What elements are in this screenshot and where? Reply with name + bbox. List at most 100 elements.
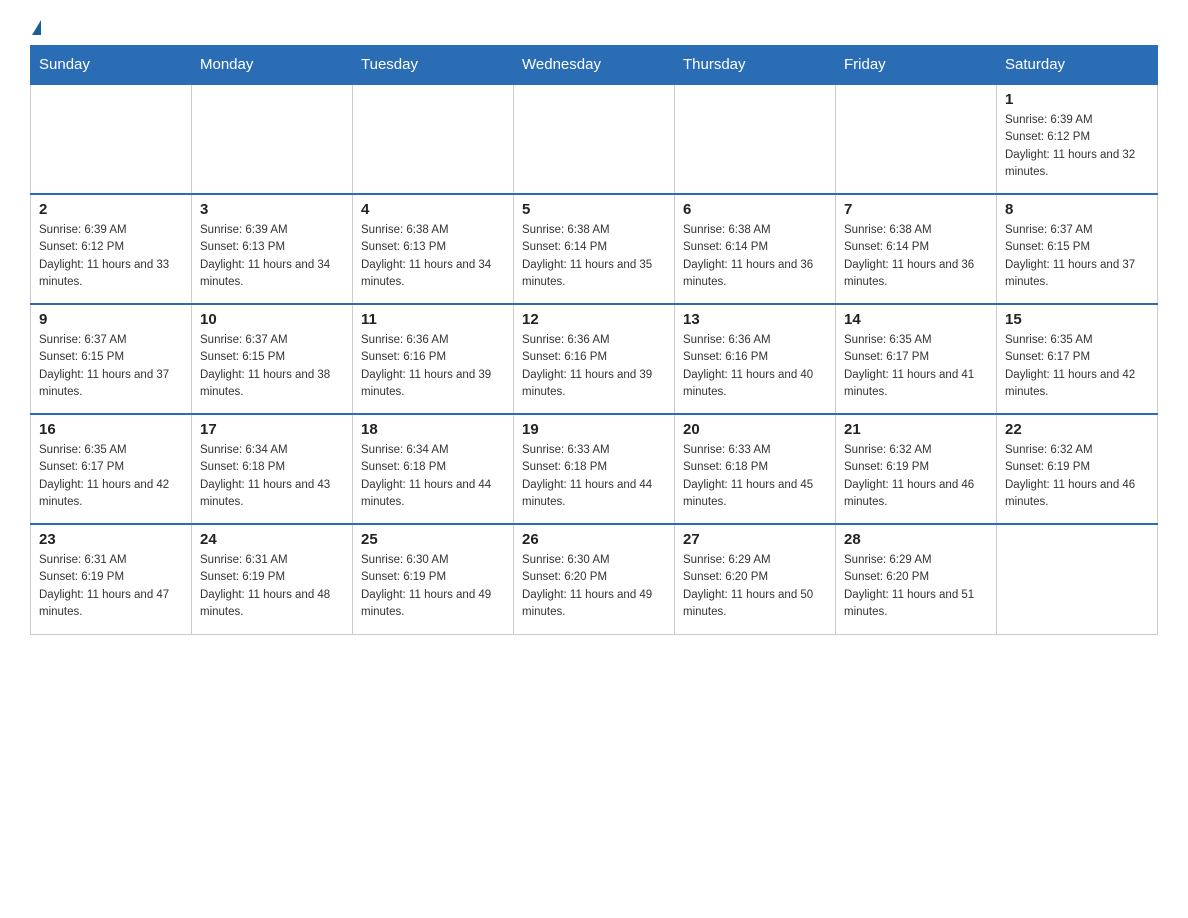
day-info: Sunrise: 6:36 AMSunset: 6:16 PMDaylight:… (361, 332, 505, 401)
calendar-cell: 24Sunrise: 6:31 AMSunset: 6:19 PMDayligh… (192, 524, 353, 634)
calendar-cell (31, 84, 192, 194)
day-info: Sunrise: 6:37 AMSunset: 6:15 PMDaylight:… (39, 332, 183, 401)
logo (30, 20, 41, 35)
calendar-cell: 2 Sunrise: 6:39 AMSunset: 6:12 PMDaylight… (31, 194, 192, 304)
day-number: 4 (361, 201, 505, 218)
day-number: 8 (1005, 201, 1149, 218)
header-friday: Friday (836, 46, 997, 85)
day-info: Sunrise: 6:35 AMSunset: 6:17 PMDaylight:… (844, 332, 988, 401)
day-number: 6 (683, 201, 827, 218)
day-number: 18 (361, 421, 505, 438)
day-info: Sunrise: 6:39 AMSunset: 6:12 PMDaylight:… (39, 222, 183, 291)
calendar-cell: 8 Sunrise: 6:37 AMSunset: 6:15 PMDaylight… (997, 194, 1158, 304)
calendar-cell: 13 Sunrise: 6:36 AMSunset: 6:16 PMDayligh… (675, 304, 836, 414)
day-info: Sunrise: 6:29 AMSunset: 6:20 PMDaylight:… (683, 552, 827, 621)
calendar-cell: 19 Sunrise: 6:33 AMSunset: 6:18 PMDayligh… (514, 414, 675, 524)
calendar-cell: 12 Sunrise: 6:36 AMSunset: 6:16 PMDayligh… (514, 304, 675, 414)
day-number: 23 (39, 531, 183, 548)
day-info: Sunrise: 6:34 AMSunset: 6:18 PMDaylight:… (361, 442, 505, 511)
day-info: Sunrise: 6:33 AMSunset: 6:18 PMDaylight:… (683, 442, 827, 511)
day-info: Sunrise: 6:30 AMSunset: 6:20 PMDaylight:… (522, 552, 666, 621)
day-number: 11 (361, 311, 505, 328)
day-number: 13 (683, 311, 827, 328)
calendar-cell: 7 Sunrise: 6:38 AMSunset: 6:14 PMDaylight… (836, 194, 997, 304)
calendar-cell: 16 Sunrise: 6:35 AMSunset: 6:17 PMDayligh… (31, 414, 192, 524)
header-wednesday: Wednesday (514, 46, 675, 85)
calendar-week-row: 23 Sunrise: 6:31 AMSunset: 6:19 PMDayligh… (31, 524, 1158, 634)
day-number: 16 (39, 421, 183, 438)
calendar-cell (353, 84, 514, 194)
calendar-cell: 14 Sunrise: 6:35 AMSunset: 6:17 PMDayligh… (836, 304, 997, 414)
calendar-cell: 23 Sunrise: 6:31 AMSunset: 6:19 PMDayligh… (31, 524, 192, 634)
calendar-cell: 9 Sunrise: 6:37 AMSunset: 6:15 PMDaylight… (31, 304, 192, 414)
header-monday: Monday (192, 46, 353, 85)
day-info: Sunrise: 6:36 AMSunset: 6:16 PMDaylight:… (683, 332, 827, 401)
calendar-cell (675, 84, 836, 194)
day-number: 17 (200, 421, 344, 438)
day-info: Sunrise: 6:36 AMSunset: 6:16 PMDaylight:… (522, 332, 666, 401)
calendar-cell: 25 Sunrise: 6:30 AMSunset: 6:19 PMDayligh… (353, 524, 514, 634)
day-number: 1 (1005, 91, 1149, 108)
calendar-cell: 11 Sunrise: 6:36 AMSunset: 6:16 PMDayligh… (353, 304, 514, 414)
calendar-week-row: 1 Sunrise: 6:39 AMSunset: 6:12 PMDaylight… (31, 84, 1158, 194)
day-number: 14 (844, 311, 988, 328)
calendar-table: Sunday Monday Tuesday Wednesday Thursday… (30, 45, 1158, 635)
calendar-cell: 5 Sunrise: 6:38 AMSunset: 6:14 PMDaylight… (514, 194, 675, 304)
calendar-cell: 26 Sunrise: 6:30 AMSunset: 6:20 PMDayligh… (514, 524, 675, 634)
day-info: Sunrise: 6:33 AMSunset: 6:18 PMDaylight:… (522, 442, 666, 511)
day-info: Sunrise: 6:32 AMSunset: 6:19 PMDaylight:… (1005, 442, 1149, 511)
calendar-cell (997, 524, 1158, 634)
day-info: Sunrise: 6:38 AMSunset: 6:14 PMDaylight:… (522, 222, 666, 291)
day-info: Sunrise: 6:39 AMSunset: 6:12 PMDaylight:… (1005, 112, 1149, 181)
calendar-cell: 17Sunrise: 6:34 AMSunset: 6:18 PMDayligh… (192, 414, 353, 524)
calendar-cell: 1 Sunrise: 6:39 AMSunset: 6:12 PMDaylight… (997, 84, 1158, 194)
calendar-week-row: 9 Sunrise: 6:37 AMSunset: 6:15 PMDaylight… (31, 304, 1158, 414)
day-number: 19 (522, 421, 666, 438)
calendar-cell: 15Sunrise: 6:35 AMSunset: 6:17 PMDayligh… (997, 304, 1158, 414)
day-number: 26 (522, 531, 666, 548)
day-info: Sunrise: 6:38 AMSunset: 6:13 PMDaylight:… (361, 222, 505, 291)
calendar-cell: 6 Sunrise: 6:38 AMSunset: 6:14 PMDaylight… (675, 194, 836, 304)
day-number: 28 (844, 531, 988, 548)
header-saturday: Saturday (997, 46, 1158, 85)
day-number: 25 (361, 531, 505, 548)
day-info: Sunrise: 6:35 AMSunset: 6:17 PMDaylight:… (1005, 332, 1149, 401)
day-info: Sunrise: 6:30 AMSunset: 6:19 PMDaylight:… (361, 552, 505, 621)
day-number: 10 (200, 311, 344, 328)
day-info: Sunrise: 6:29 AMSunset: 6:20 PMDaylight:… (844, 552, 988, 621)
day-number: 2 (39, 201, 183, 218)
day-number: 20 (683, 421, 827, 438)
calendar-week-row: 2 Sunrise: 6:39 AMSunset: 6:12 PMDaylight… (31, 194, 1158, 304)
day-number: 22 (1005, 421, 1149, 438)
header-tuesday: Tuesday (353, 46, 514, 85)
page-header (30, 20, 1158, 35)
day-number: 7 (844, 201, 988, 218)
calendar-cell: 20 Sunrise: 6:33 AMSunset: 6:18 PMDayligh… (675, 414, 836, 524)
calendar-cell: 10 Sunrise: 6:37 AMSunset: 6:15 PMDayligh… (192, 304, 353, 414)
day-number: 9 (39, 311, 183, 328)
day-number: 21 (844, 421, 988, 438)
header-sunday: Sunday (31, 46, 192, 85)
day-number: 12 (522, 311, 666, 328)
calendar-header-row: Sunday Monday Tuesday Wednesday Thursday… (31, 46, 1158, 85)
header-thursday: Thursday (675, 46, 836, 85)
calendar-cell: 4 Sunrise: 6:38 AMSunset: 6:13 PMDaylight… (353, 194, 514, 304)
calendar-cell (192, 84, 353, 194)
day-info: Sunrise: 6:38 AMSunset: 6:14 PMDaylight:… (844, 222, 988, 291)
day-number: 24 (200, 531, 344, 548)
calendar-week-row: 16 Sunrise: 6:35 AMSunset: 6:17 PMDayligh… (31, 414, 1158, 524)
calendar-cell: 28 Sunrise: 6:29 AMSunset: 6:20 PMDayligh… (836, 524, 997, 634)
day-info: Sunrise: 6:37 AMSunset: 6:15 PMDaylight:… (1005, 222, 1149, 291)
calendar-cell (514, 84, 675, 194)
day-info: Sunrise: 6:37 AMSunset: 6:15 PMDaylight:… (200, 332, 344, 401)
calendar-cell: 22 Sunrise: 6:32 AMSunset: 6:19 PMDayligh… (997, 414, 1158, 524)
logo-triangle-icon (32, 20, 41, 35)
day-info: Sunrise: 6:35 AMSunset: 6:17 PMDaylight:… (39, 442, 183, 511)
calendar-cell: 3Sunrise: 6:39 AMSunset: 6:13 PMDaylight… (192, 194, 353, 304)
day-number: 5 (522, 201, 666, 218)
day-info: Sunrise: 6:38 AMSunset: 6:14 PMDaylight:… (683, 222, 827, 291)
calendar-cell: 21Sunrise: 6:32 AMSunset: 6:19 PMDayligh… (836, 414, 997, 524)
day-info: Sunrise: 6:39 AMSunset: 6:13 PMDaylight:… (200, 222, 344, 291)
calendar-cell: 27Sunrise: 6:29 AMSunset: 6:20 PMDayligh… (675, 524, 836, 634)
day-info: Sunrise: 6:31 AMSunset: 6:19 PMDaylight:… (39, 552, 183, 621)
